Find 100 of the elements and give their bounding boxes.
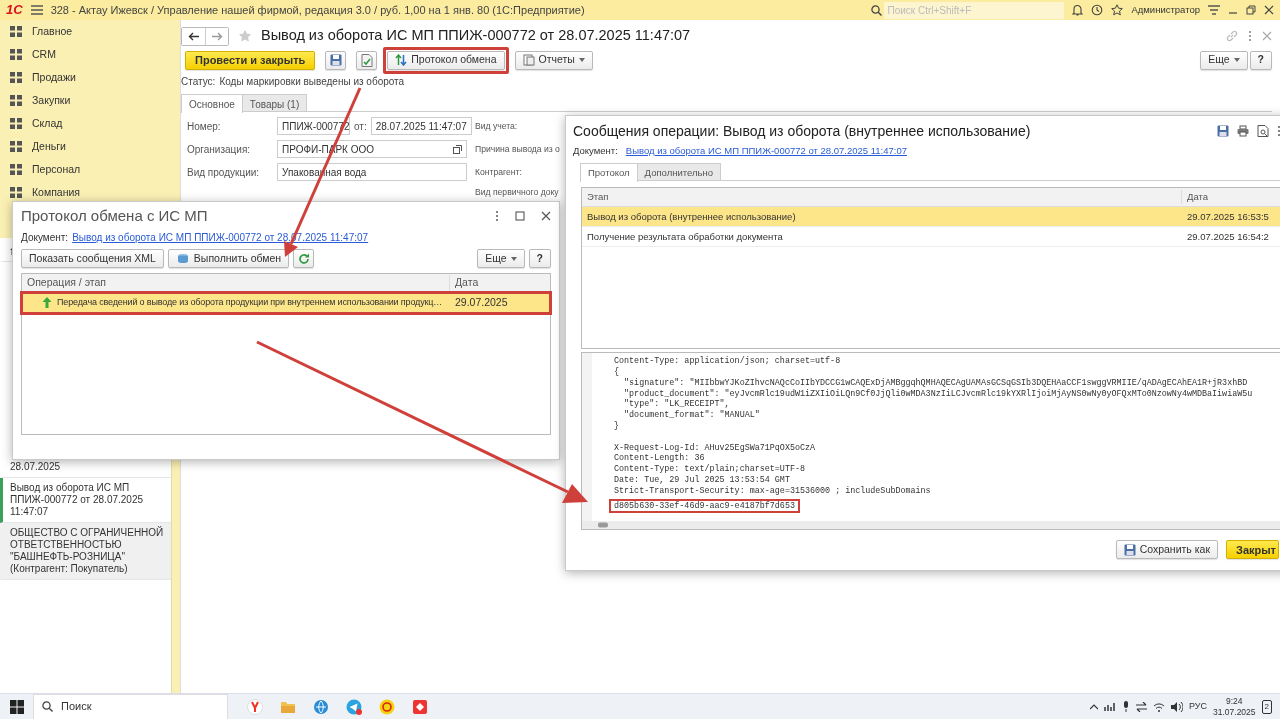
microphone-icon[interactable]: [1121, 701, 1130, 712]
exchange-log-button[interactable]: Протокол обмена: [387, 50, 505, 70]
field-label: Вид продукции:: [187, 165, 261, 180]
tab[interactable]: Дополнительно: [636, 163, 721, 181]
help-button[interactable]: ?: [528, 249, 551, 268]
tab[interactable]: Протокол: [580, 163, 638, 183]
preview-icon[interactable]: [1257, 125, 1269, 137]
grid-icon[interactable]: [10, 72, 22, 83]
run-exchange-button[interactable]: Выполнить обмен: [167, 249, 290, 268]
more-icon[interactable]: [1248, 30, 1252, 42]
arrows-icon[interactable]: [395, 54, 408, 66]
sidebar-item[interactable]: CRM: [0, 43, 180, 66]
table-cell-text: 29.07.2025 16:54:2: [1186, 229, 1270, 244]
scrollbar[interactable]: [582, 521, 1280, 530]
search-icon[interactable]: [42, 701, 53, 712]
more-button[interactable]: Еще: [1200, 50, 1248, 70]
document-check-icon[interactable]: [360, 53, 373, 67]
report-icon[interactable]: [522, 54, 535, 66]
caret-icon[interactable]: [1233, 58, 1240, 62]
search-icon[interactable]: [871, 4, 883, 16]
more-button[interactable]: Еще: [477, 249, 525, 268]
open-window-item[interactable]: ОБЩЕСТВО С ОГРАНИЧЕННОЙ ОТВЕТСТВЕННОСТЬЮ "БАШНЕФТЬ-РОЗНИЦА" (Контрагент: Покупатель): [0, 523, 171, 580]
grid-icon[interactable]: [10, 26, 22, 37]
back-arrow-icon[interactable]: [188, 31, 199, 41]
more-icon[interactable]: [1277, 125, 1280, 137]
chevron-up-icon[interactable]: [1089, 703, 1098, 710]
user-name[interactable]: Администратор: [1131, 2, 1200, 18]
taskbar-search-field[interactable]: Поиск: [33, 693, 228, 719]
window-title: 328 - Актау Ижевск / Управление нашей фирмой, редакция 3.0 / руб. 1,00 на 1 янв. 80 (1С:Предприятие): [50, 2, 585, 18]
table-row[interactable]: Получение результата обработки документа 29.07.2025 16:54:2: [582, 227, 1280, 248]
clock-date[interactable]: 31.07.2025: [1213, 706, 1256, 718]
grid-icon[interactable]: [10, 95, 22, 106]
reports-button[interactable]: Отчеты: [514, 50, 593, 70]
date-field[interactable]: 28.07.2025 11:47:07: [370, 117, 472, 135]
printer-icon[interactable]: [1237, 125, 1249, 137]
document-link[interactable]: Вывод из оборота ИС МП ППИЖ-000772 от 28.07.2025 11:47:07: [625, 144, 907, 159]
grid-icon[interactable]: [10, 49, 22, 60]
sidebar-item[interactable]: Склад: [0, 112, 180, 135]
filter-icon[interactable]: [1208, 5, 1220, 15]
language-indicator[interactable]: РУС: [1188, 699, 1207, 714]
sidebar-item[interactable]: Главное: [0, 20, 180, 43]
close-icon[interactable]: [1264, 5, 1274, 15]
tab[interactable]: Товары (1): [241, 94, 308, 111]
refresh-icon[interactable]: [297, 252, 310, 265]
save-as-button[interactable]: Сохранить как: [1115, 540, 1218, 560]
show-xml-button[interactable]: Показать сообщения XML: [21, 249, 164, 268]
sidebar-item[interactable]: Персонал: [0, 158, 180, 181]
restore-icon[interactable]: [1246, 5, 1256, 15]
menu-icon[interactable]: [30, 5, 43, 15]
sidebar-item[interactable]: Компания: [0, 181, 180, 204]
help-button[interactable]: ?: [1249, 50, 1272, 70]
open-window-icon[interactable]: [453, 144, 462, 154]
clock-time[interactable]: 9:24: [1213, 695, 1256, 707]
cylinder-icon[interactable]: [175, 253, 190, 264]
sidebar-item[interactable]: Деньги: [0, 135, 180, 158]
refresh-button[interactable]: [293, 249, 315, 268]
floppy-icon[interactable]: [329, 54, 342, 66]
browser-icon[interactable]: [246, 698, 263, 715]
grid-icon[interactable]: [10, 187, 22, 198]
dialog-title: Сообщения операции: Вывод из оборота (внутреннее использование): [573, 121, 1031, 141]
wifi-icon[interactable]: [1152, 701, 1165, 712]
sidebar-item[interactable]: Продажи: [0, 66, 180, 89]
save-button[interactable]: [325, 50, 347, 70]
close-icon[interactable]: [541, 211, 551, 221]
app-icon[interactable]: [378, 698, 395, 715]
notifications-count[interactable]: 2: [1261, 699, 1272, 714]
app-logo[interactable]: 1С: [6, 0, 23, 20]
send-icon[interactable]: [345, 698, 362, 715]
caret-icon[interactable]: [510, 256, 517, 261]
text-area[interactable]: [581, 352, 1280, 531]
star-icon[interactable]: [1111, 4, 1124, 16]
forward-arrow-icon[interactable]: [211, 31, 223, 41]
globe-icon[interactable]: [312, 698, 329, 715]
speaker-icon[interactable]: [1170, 701, 1183, 712]
table-row[interactable]: Вывод из оборота (внутреннее использование) 29.07.2025 16:53:5: [582, 207, 1280, 228]
grid-icon[interactable]: [10, 164, 22, 175]
bell-icon[interactable]: [1072, 4, 1084, 16]
network-icon[interactable]: [1103, 701, 1116, 712]
floppy-icon[interactable]: [1123, 543, 1136, 556]
floppy-icon[interactable]: [1217, 125, 1229, 137]
table-cell-text: Вывод из оборота (внутреннее использование): [586, 209, 797, 224]
history-icon[interactable]: [1091, 4, 1104, 16]
tab[interactable]: Основное: [181, 94, 243, 113]
more-icon[interactable]: [495, 210, 499, 222]
post-and-close-button[interactable]: Провести и закрыть: [185, 50, 316, 70]
post-button[interactable]: [356, 50, 378, 70]
windows-icon[interactable]: [9, 699, 24, 714]
sidebar-item[interactable]: Закупки: [0, 89, 180, 112]
transfer-icon[interactable]: [1135, 701, 1147, 712]
search-field[interactable]: Поиск Ctrl+Shift+F: [884, 1, 1065, 19]
caret-icon[interactable]: [578, 58, 585, 62]
code-line: Date: Tue, 29 Jul 2025 13:53:54 GMT: [614, 475, 790, 485]
open-window-item[interactable]: Вывод из оборота ИС МП ППИЖ-000772 от 28.07.2025 11:47:07: [0, 478, 171, 523]
close-button[interactable]: Закрыт: [1226, 540, 1279, 560]
grid-icon[interactable]: [10, 118, 22, 129]
grid-icon[interactable]: [10, 141, 22, 152]
column-header: Дата: [454, 275, 480, 291]
table-row[interactable]: Передача сведений о выводе из оборота продукции при внутреннем использовании продукц… 29.07.2025: [22, 293, 550, 313]
app-icon[interactable]: [411, 698, 428, 715]
maximize-icon[interactable]: [515, 211, 525, 221]
